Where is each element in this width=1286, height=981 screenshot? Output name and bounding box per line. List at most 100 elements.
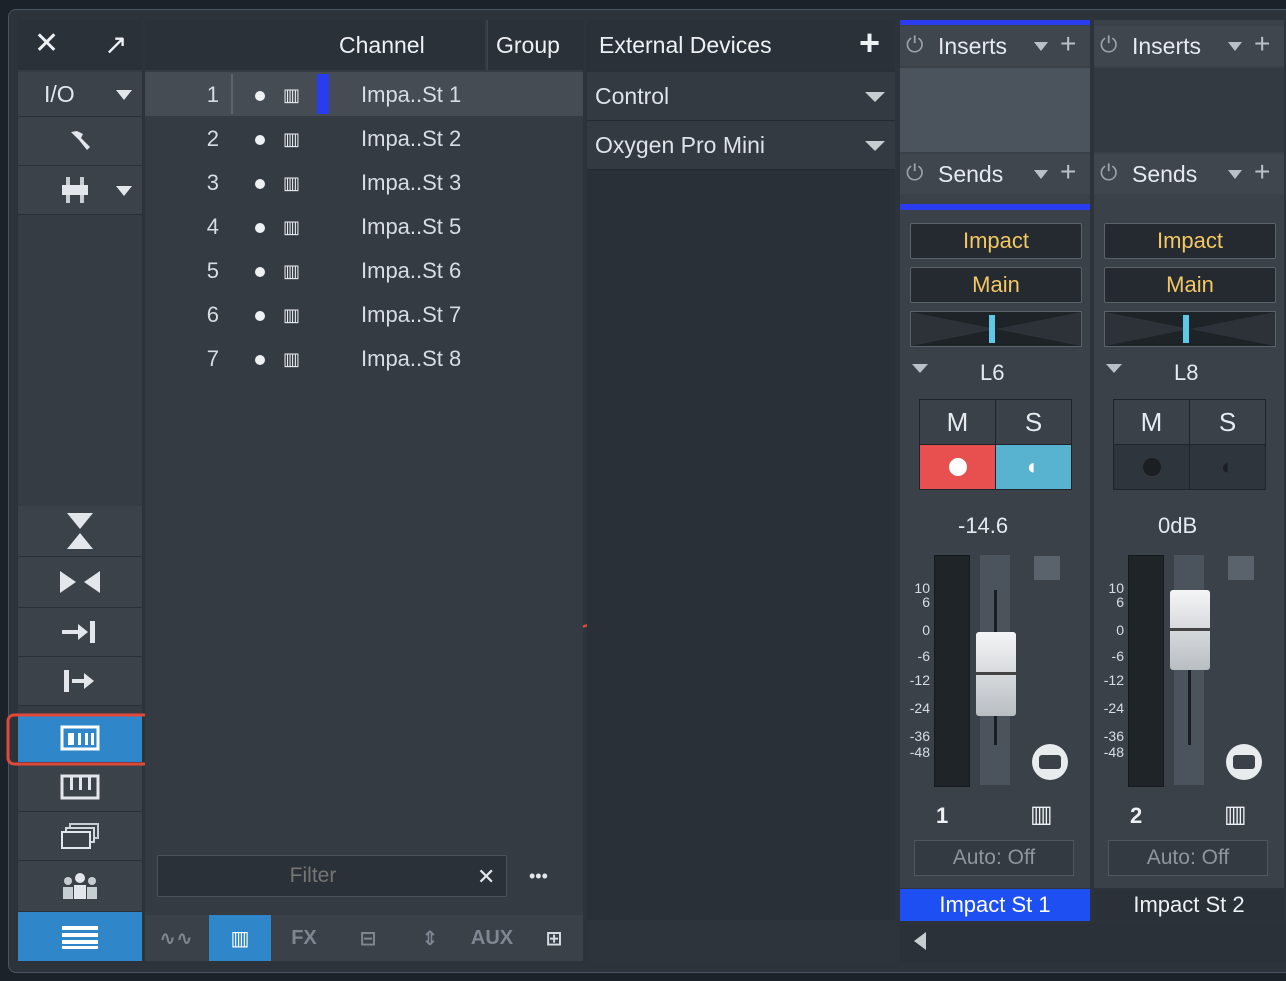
- record-dot-icon[interactable]: [255, 355, 265, 365]
- keyboard-icon: ▥: [283, 85, 301, 105]
- power-icon[interactable]: ⏻: [906, 160, 923, 186]
- tab-audio[interactable]: ∿∿: [145, 915, 207, 961]
- output-button[interactable]: Main: [910, 267, 1082, 303]
- instrument-keyboard-icon[interactable]: ▥: [1030, 800, 1053, 829]
- channel-editor-icon[interactable]: [1032, 744, 1068, 780]
- record-arm-button[interactable]: [1113, 444, 1190, 490]
- channel-number: 7: [206, 346, 219, 371]
- filter-input[interactable]: [157, 855, 507, 897]
- meter-options-icon[interactable]: [1228, 556, 1254, 580]
- channel-name: Impa..St 5: [361, 214, 462, 239]
- device-name: Control: [595, 83, 670, 109]
- channel-name-label[interactable]: Impact St 2: [1094, 889, 1284, 921]
- chevron-down-icon[interactable]: [1034, 42, 1048, 51]
- automation-button[interactable]: Auto: Off: [1108, 840, 1268, 876]
- scale-tick: -12: [909, 672, 930, 688]
- chevron-down-icon[interactable]: [865, 92, 885, 102]
- chevron-down-icon[interactable]: [1034, 170, 1048, 179]
- add-insert-icon[interactable]: +: [1254, 28, 1270, 60]
- channel-row[interactable]: 5 ▥ Impa..St 6: [145, 248, 583, 292]
- solo-button[interactable]: S: [1189, 399, 1266, 445]
- record-dot-icon[interactable]: [255, 223, 265, 233]
- channel-name: Impa..St 6: [361, 258, 462, 283]
- group-header-label: Group: [496, 31, 560, 58]
- channel-row[interactable]: 4 ▥ Impa..St 5: [145, 204, 583, 248]
- instrument-button[interactable]: Impact: [1104, 223, 1276, 259]
- more-options-icon[interactable]: •••: [529, 866, 548, 887]
- tab-aux[interactable]: AUX: [461, 915, 523, 961]
- mute-button[interactable]: M: [919, 399, 996, 445]
- channel-row[interactable]: 3 ▥ Impa..St 3: [145, 160, 583, 204]
- meter-options-icon[interactable]: [1034, 556, 1060, 580]
- solo-button[interactable]: S: [995, 399, 1072, 445]
- group-header[interactable]: Group: [487, 20, 584, 70]
- scale-tick: 6: [1116, 594, 1124, 610]
- inserts-header[interactable]: ⏻ Inserts +: [1094, 26, 1284, 66]
- record-dot-icon[interactable]: [255, 91, 265, 101]
- add-device-icon[interactable]: +: [859, 22, 880, 64]
- mute-button[interactable]: M: [1113, 399, 1190, 445]
- clear-filter-icon[interactable]: ✕: [477, 864, 495, 890]
- channel-row[interactable]: 7 ▥ Impa..St 8: [145, 336, 583, 380]
- mixer-scrollbar[interactable]: [900, 922, 1286, 962]
- meter-scale: 10 6 0 -6 -12 -24 -36 -48: [1100, 580, 1130, 780]
- pan-value: L6: [980, 360, 1005, 385]
- pan-slider[interactable]: [1104, 311, 1276, 347]
- volume-fader-handle[interactable]: [976, 632, 1016, 716]
- inserts-header[interactable]: ⏻ Inserts +: [900, 26, 1090, 66]
- channel-row[interactable]: 2 ▥ Impa..St 2: [145, 116, 583, 160]
- level-meter: [1128, 555, 1164, 787]
- chevron-down-icon[interactable]: [1228, 170, 1242, 179]
- keyboard-icon: ▥: [283, 261, 301, 281]
- output-button[interactable]: Main: [1104, 267, 1276, 303]
- channel-row[interactable]: 6 ▥ Impa..St 7: [145, 292, 583, 336]
- device-name: Oxygen Pro Mini: [595, 132, 766, 158]
- record-dot-icon[interactable]: [255, 311, 265, 321]
- inserts-rack[interactable]: [1094, 68, 1284, 152]
- power-icon[interactable]: ⏻: [906, 32, 923, 58]
- automation-button[interactable]: Auto: Off: [914, 840, 1074, 876]
- channel-name-label[interactable]: Impact St 1: [900, 889, 1090, 921]
- add-send-icon[interactable]: +: [1254, 156, 1270, 188]
- channel-number: 5: [206, 258, 219, 283]
- record-dot-icon[interactable]: [255, 267, 265, 277]
- monitor-button[interactable]: ◐: [995, 444, 1072, 490]
- inserts-rack[interactable]: [900, 68, 1090, 152]
- record-dot-icon[interactable]: [255, 135, 265, 145]
- keyboard-icon: ▥: [283, 349, 301, 369]
- tab-fx[interactable]: FX: [273, 915, 335, 961]
- monitor-button[interactable]: ◐: [1189, 444, 1266, 490]
- sends-header[interactable]: ⏻ Sends +: [1094, 154, 1284, 194]
- channel-editor-icon[interactable]: [1226, 744, 1262, 780]
- scale-tick: -6: [917, 648, 930, 664]
- power-icon[interactable]: ⏻: [1100, 160, 1117, 186]
- chevron-down-icon[interactable]: [865, 141, 885, 151]
- sends-header[interactable]: ⏻ Sends +: [900, 154, 1090, 194]
- keyboard-icon: ▥: [283, 217, 301, 237]
- chevron-down-icon[interactable]: [1228, 42, 1242, 51]
- external-devices-panel: External Devices + Control Oxygen Pro Mi…: [587, 20, 895, 962]
- pan-slider[interactable]: [910, 311, 1082, 347]
- device-item[interactable]: Control: [587, 72, 895, 121]
- device-item[interactable]: Oxygen Pro Mini: [587, 121, 895, 170]
- channel-name: Impa..St 2: [361, 126, 462, 151]
- volume-fader-handle[interactable]: [1170, 590, 1210, 670]
- tab-buses[interactable]: ⊟: [337, 915, 399, 961]
- tab-vca[interactable]: ⇕: [399, 915, 461, 961]
- power-icon[interactable]: ⏻: [1100, 32, 1117, 58]
- tab-grid[interactable]: ⊞: [523, 915, 585, 961]
- instrument-button[interactable]: Impact: [910, 223, 1082, 259]
- sends-label: Sends: [1132, 161, 1198, 187]
- tab-instruments[interactable]: ▥: [209, 915, 271, 961]
- add-send-icon[interactable]: +: [1060, 156, 1076, 188]
- add-insert-icon[interactable]: +: [1060, 28, 1076, 60]
- channel-header[interactable]: Channel: [145, 20, 485, 70]
- chevron-down-icon[interactable]: [912, 364, 928, 373]
- scroll-left-icon[interactable]: [914, 932, 926, 950]
- instrument-keyboard-icon[interactable]: ▥: [1224, 800, 1247, 829]
- record-dot-icon[interactable]: [255, 179, 265, 189]
- channel-row[interactable]: 1 ▥ Impa..St 1: [145, 72, 583, 116]
- record-arm-button[interactable]: [919, 444, 996, 490]
- level-readout: -14.6: [958, 513, 1009, 538]
- chevron-down-icon[interactable]: [1106, 364, 1122, 373]
